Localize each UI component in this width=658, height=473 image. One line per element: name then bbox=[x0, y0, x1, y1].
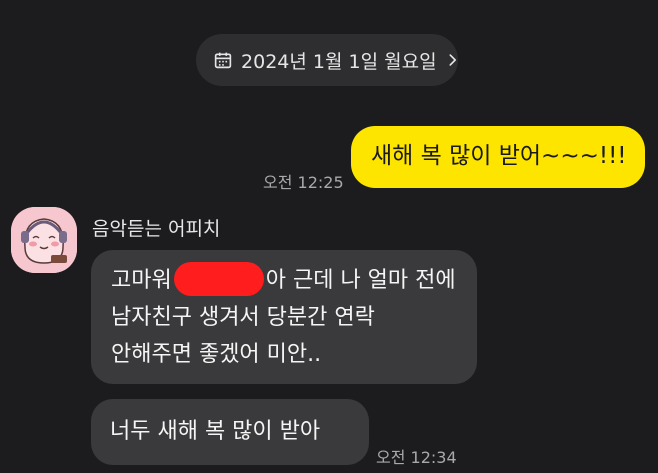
chat-screen: 2024년 1월 1일 월요일 오전 12:25 새해 복 많이 받어~~~!!… bbox=[0, 0, 658, 473]
message-time: 오전 12:25 bbox=[263, 173, 344, 192]
chevron-right-icon bbox=[449, 54, 456, 66]
calendar-icon bbox=[214, 52, 232, 69]
message-line: 고마워 아 근데 나 얼마 전에 bbox=[111, 262, 477, 299]
my-message-bubble[interactable]: 새해 복 많이 받어~~~!!! bbox=[351, 126, 645, 188]
redaction-mark bbox=[173, 262, 264, 296]
message-text: 고마워 bbox=[111, 268, 172, 293]
date-divider-button[interactable]: 2024년 1월 1일 월요일 bbox=[196, 34, 458, 86]
message-text: 아 근데 나 얼마 전에 bbox=[265, 268, 456, 293]
apeach-avatar-icon bbox=[11, 207, 77, 273]
message-line: 남자친구 생겨서 당분간 연락 bbox=[111, 305, 375, 330]
sender-name: 음악듣는 어피치 bbox=[92, 218, 221, 240]
received-message-bubble[interactable]: 고마워 아 근데 나 얼마 전에 남자친구 생겨서 당분간 연락 안해주면 좋겠어… bbox=[91, 250, 477, 384]
received-message-bubble[interactable]: 너두 새해 복 많이 받아 bbox=[91, 399, 369, 465]
sender-avatar[interactable] bbox=[11, 207, 77, 273]
message-line: 안해주면 좋겠어 미안.. bbox=[111, 342, 322, 367]
date-divider-label: 2024년 1월 1일 월요일 bbox=[241, 50, 437, 73]
message-time: 오전 12:34 bbox=[376, 448, 457, 467]
